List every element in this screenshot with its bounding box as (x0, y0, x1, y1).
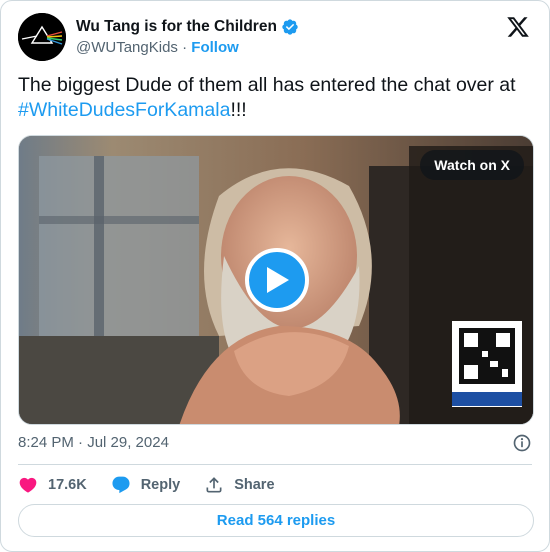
avatar[interactable] (18, 13, 66, 61)
avatar-art (18, 13, 66, 61)
share-icon (206, 477, 222, 493)
share-button[interactable]: Share (204, 475, 275, 495)
user-info: Wu Tang is for the Children @WUTangKids … (76, 18, 299, 56)
info-icon[interactable] (512, 433, 532, 453)
handle[interactable]: @WUTangKids (76, 39, 178, 56)
action-bar: 17.6K Reply Share (18, 474, 299, 496)
verified-badge-icon (282, 19, 298, 35)
like-button[interactable]: 17.6K (18, 475, 87, 495)
tweet-text-main: The biggest Dude of them all has entered… (18, 74, 516, 96)
tweet-text-suffix: !!! (230, 99, 247, 121)
hashtag-link[interactable]: #WhiteDudesForKamala (18, 99, 230, 121)
reply-label: Reply (140, 477, 181, 493)
play-icon (267, 267, 289, 293)
tweet-header: Wu Tang is for the Children @WUTangKids … (18, 13, 532, 61)
video-player[interactable]: Watch on X (18, 135, 534, 425)
separator: · (182, 39, 188, 56)
x-logo-icon[interactable] (506, 15, 530, 39)
divider (18, 464, 532, 465)
read-replies-button[interactable]: Read 564 replies (18, 504, 534, 537)
tweet-text: The biggest Dude of them all has entered… (18, 73, 534, 123)
handle-row: @WUTangKids · Follow (76, 39, 299, 56)
tweet-card: Wu Tang is for the Children @WUTangKids … (0, 0, 550, 552)
heart-icon (19, 477, 37, 493)
timestamp[interactable]: 8:24 PM · Jul 29, 2024 (18, 434, 169, 451)
reply-bubble-icon (112, 476, 130, 494)
reply-button[interactable]: Reply (111, 475, 181, 495)
like-count: 17.6K (48, 477, 87, 493)
share-label: Share (234, 477, 275, 493)
watch-on-x-button[interactable]: Watch on X (420, 150, 524, 180)
name-row: Wu Tang is for the Children (76, 18, 299, 36)
author-name[interactable]: Wu Tang is for the Children (76, 18, 277, 36)
follow-button[interactable]: Follow (191, 39, 239, 56)
play-button[interactable] (245, 248, 309, 312)
